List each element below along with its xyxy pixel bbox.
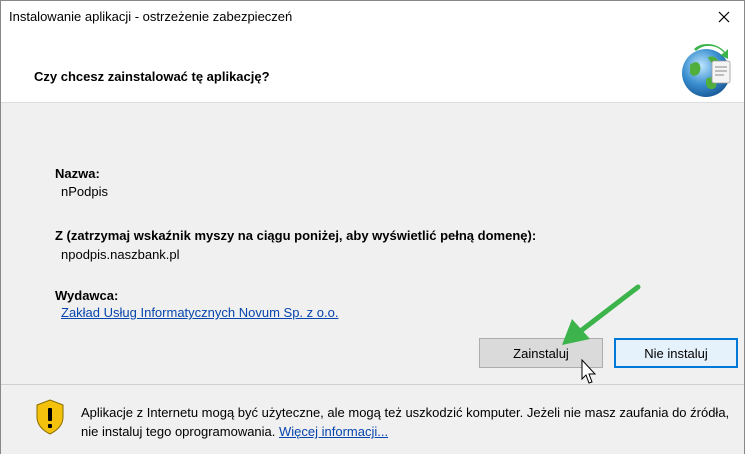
- name-value: nPodpis: [61, 184, 108, 199]
- publisher-label: Wydawca:: [55, 288, 119, 303]
- globe-install-icon: [682, 43, 731, 97]
- install-question: Czy chcesz zainstalować tę aplikację?: [34, 69, 270, 84]
- security-warning-dialog: Instalowanie aplikacji - ostrzeżenie zab…: [0, 0, 745, 454]
- from-label: Z (zatrzymaj wskaźnik myszy na ciągu pon…: [55, 228, 537, 243]
- warning-shield-icon: [36, 399, 64, 435]
- close-icon: [718, 11, 730, 23]
- more-info-link[interactable]: Więcej informacji...: [279, 424, 388, 439]
- warning-footer: Aplikacje z Internetu mogą być użyteczne…: [1, 384, 744, 454]
- window-title: Instalowanie aplikacji - ostrzeżenie zab…: [9, 9, 293, 24]
- name-label: Nazwa:: [55, 166, 100, 181]
- close-button[interactable]: [704, 1, 744, 33]
- install-button[interactable]: Zainstaluj: [479, 338, 603, 368]
- warning-text: Aplikacje z Internetu mogą być użyteczne…: [81, 403, 731, 441]
- from-value[interactable]: npodpis.naszbank.pl: [61, 247, 180, 262]
- warning-message: Aplikacje z Internetu mogą być użyteczne…: [81, 405, 730, 439]
- dialog-header: Czy chcesz zainstalować tę aplikację?: [1, 33, 744, 103]
- title-bar: Instalowanie aplikacji - ostrzeżenie zab…: [1, 1, 744, 33]
- no-install-button[interactable]: Nie instaluj: [614, 338, 738, 368]
- publisher-link[interactable]: Zakład Usług Informatycznych Novum Sp. z…: [61, 305, 338, 320]
